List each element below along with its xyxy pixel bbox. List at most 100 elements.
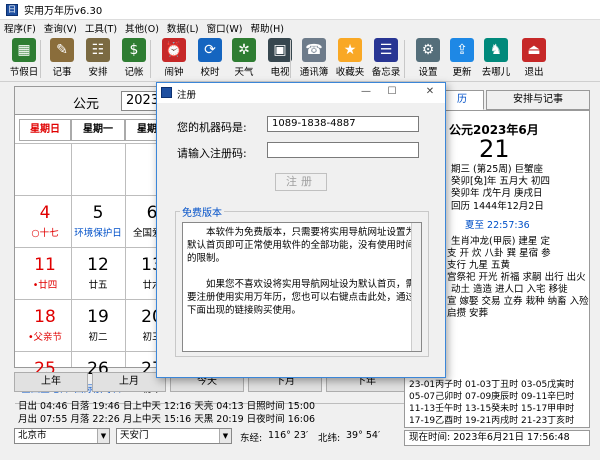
camel-icon: ♞	[484, 38, 508, 62]
right-tabs: 历 安排与记事	[440, 90, 590, 110]
machine-code-label: 您的机器码是:	[177, 121, 247, 134]
menu-data[interactable]: 数据(L)	[167, 21, 199, 35]
district-value: 天安门	[120, 430, 149, 441]
tab-schedule-notes[interactable]: 安排与记事	[486, 90, 590, 110]
machine-code-field[interactable]: 1089-1838-4887	[267, 116, 419, 132]
district-select[interactable]: 天安门 ▼	[116, 428, 232, 444]
ledger-icon: $	[122, 38, 146, 62]
minimize-icon[interactable]: —	[357, 86, 375, 97]
dialog-title: 注册	[177, 90, 197, 101]
day-number: 18	[34, 307, 56, 327]
free-version-text[interactable]: 本软件为免费版本，只需要将实用导航网址设置为默认首页即可正常使用软件的全部功能，…	[182, 222, 422, 352]
day-number: 11	[34, 255, 56, 275]
hour-row: 17-19乙酉时 19-21丙戌时 21-23丁亥时	[409, 416, 575, 426]
menu-help[interactable]: 帮助(H)	[250, 21, 284, 35]
weekday-monday: 星期一	[71, 119, 125, 141]
toolbar-button-memo[interactable]: ☰ 备忘录	[368, 38, 404, 80]
prev-year-button[interactable]: 上年	[14, 372, 88, 392]
toolbar-button-notebook[interactable]: ✎ 记事	[44, 38, 80, 80]
moon-times-row: 月出 07:55 月落 22:26 月上中天 15:16 天黑 20:19 日夜…	[18, 414, 316, 425]
toolbar-label: 记事	[52, 67, 72, 78]
latitude-value: 39° 54′	[346, 430, 381, 441]
calendar-day-cell[interactable]: 4 ○十七	[19, 197, 71, 249]
toolbar-separator	[150, 40, 151, 78]
alarm-clock-icon: ⏰	[162, 38, 186, 62]
longitude-value: 116° 23′	[268, 430, 309, 441]
toolbar-label: 校时	[200, 67, 220, 78]
toolbar-button-holiday[interactable]: ▦ 节假日	[6, 38, 42, 80]
toolbar-button-tv[interactable]: ▣ 电视	[262, 38, 298, 80]
dialog-app-icon	[161, 87, 172, 98]
toolbar-label: 退出	[524, 67, 544, 78]
prev-month-button[interactable]: 上月	[92, 372, 166, 392]
toolbar-button-weather[interactable]: ✲ 天气	[226, 38, 262, 80]
toolbar-separator	[404, 40, 405, 78]
toolbar-label: 节假日	[9, 67, 39, 78]
calendar-day-cell[interactable]: 11 •廿四	[19, 249, 71, 301]
toolbar-button-update[interactable]: ⇪ 更新	[444, 38, 480, 80]
menu-window[interactable]: 窗口(W)	[207, 21, 243, 35]
lunar-label: ○十七	[31, 228, 59, 239]
day-number: 19	[87, 307, 109, 327]
day-number: 5	[92, 203, 104, 223]
grid-line	[71, 143, 72, 367]
reg-code-input[interactable]	[267, 142, 419, 158]
era-label: 公元	[73, 97, 100, 112]
toolbar-button-favorites-star[interactable]: ★ 收藏夹	[332, 38, 368, 80]
toolbar-button-address-book[interactable]: ☎ 通讯簿	[296, 38, 332, 80]
close-icon[interactable]: ✕	[421, 86, 439, 97]
toolbar-label: 记帐	[124, 67, 144, 78]
main-titlebar: 日 实用万年历v6.30	[0, 0, 600, 20]
toolbar-label: 天气	[234, 67, 254, 78]
toolbar-button-settings[interactable]: ⚙ 设置	[410, 38, 446, 80]
toolbar-label: 闹钟	[164, 67, 184, 78]
settings-icon: ⚙	[416, 38, 440, 62]
weather-icon: ✲	[232, 38, 256, 62]
dialog-titlebar: 注册 — ☐ ✕	[157, 83, 445, 103]
notebook-icon: ✎	[50, 38, 74, 62]
calendar-day-cell[interactable]: 19 初二	[71, 301, 125, 353]
update-icon: ⇪	[450, 38, 474, 62]
sun-moon-times: 日出 04:46 日落 19:46 日上中天 12:16 天亮 04:13 日照…	[14, 396, 406, 425]
toolbar: ▦ 节假日 ✎ 记事 ☷ 安排 $ 记帐 ⏰ 闹钟 ⟳ 校时 ✲ 天气 ▣ 电视 ☎ 通讯簿 ★ 收藏夹 ☰ 备忘录 ⚙ 设置…	[0, 36, 600, 82]
chevron-down-icon: ▼	[97, 429, 109, 443]
text-scrollbar[interactable]	[411, 223, 421, 351]
day-number: 12	[87, 255, 109, 275]
chevron-down-icon: ▼	[219, 429, 231, 443]
toolbar-button-camel[interactable]: ♞ 去哪儿	[478, 38, 514, 80]
menu-query[interactable]: 查询(V)	[44, 21, 77, 35]
almanac-line: 癸卯年 戊午月 庚戌日	[451, 188, 543, 199]
register-button[interactable]: 注册	[275, 173, 327, 191]
calendar-day-cell[interactable]: 12 廿五	[71, 249, 125, 301]
tab-calendar[interactable]: 历	[440, 90, 484, 110]
weekday-sunday: 星期日	[19, 119, 71, 141]
toolbar-button-time-sync[interactable]: ⟳ 校时	[192, 38, 228, 80]
menu-program[interactable]: 程序(F)	[4, 21, 36, 35]
menu-other[interactable]: 其他(O)	[125, 21, 159, 35]
lunar-label: •廿四	[32, 280, 58, 291]
holiday-icon: ▦	[12, 38, 36, 62]
toolbar-button-schedule[interactable]: ☷ 安排	[80, 38, 116, 80]
calendar-day-cell[interactable]	[71, 145, 125, 197]
register-dialog: 注册 — ☐ ✕ 您的机器码是: 1089-1838-4887 请输入注册码: …	[156, 82, 446, 378]
grid-line	[125, 143, 126, 367]
toolbar-separator	[290, 40, 291, 78]
calendar-day-cell[interactable]	[19, 145, 71, 197]
toolbar-button-alarm-clock[interactable]: ⏰ 闹钟	[156, 38, 192, 80]
toolbar-button-exit[interactable]: ⏏ 退出	[516, 38, 552, 80]
menu-tools[interactable]: 工具(T)	[85, 21, 117, 35]
menu-bar: 程序(F) 查询(V) 工具(T) 其他(O) 数据(L) 窗口(W) 帮助(H…	[0, 20, 600, 36]
toolbar-separator	[40, 40, 41, 78]
calendar-day-cell[interactable]: 5 环境保护日	[71, 197, 125, 249]
toolbar-label: 收藏夹	[335, 67, 365, 78]
current-time: 现在时间: 2023年6月21日 17:56:48	[404, 430, 590, 446]
exit-icon: ⏏	[522, 38, 546, 62]
toolbar-button-ledger[interactable]: $ 记帐	[116, 38, 152, 80]
almanac-line: 回历 1444年12月2日	[451, 201, 544, 212]
maximize-icon[interactable]: ☐	[383, 86, 401, 97]
almanac-line: 启攒 安葬	[447, 308, 489, 319]
longitude-label: 东经:	[240, 433, 263, 444]
province-select[interactable]: 北京市 ▼	[14, 428, 110, 444]
calendar-day-cell[interactable]: 18 •父亲节	[19, 301, 71, 353]
toolbar-label: 通讯簿	[299, 67, 329, 78]
